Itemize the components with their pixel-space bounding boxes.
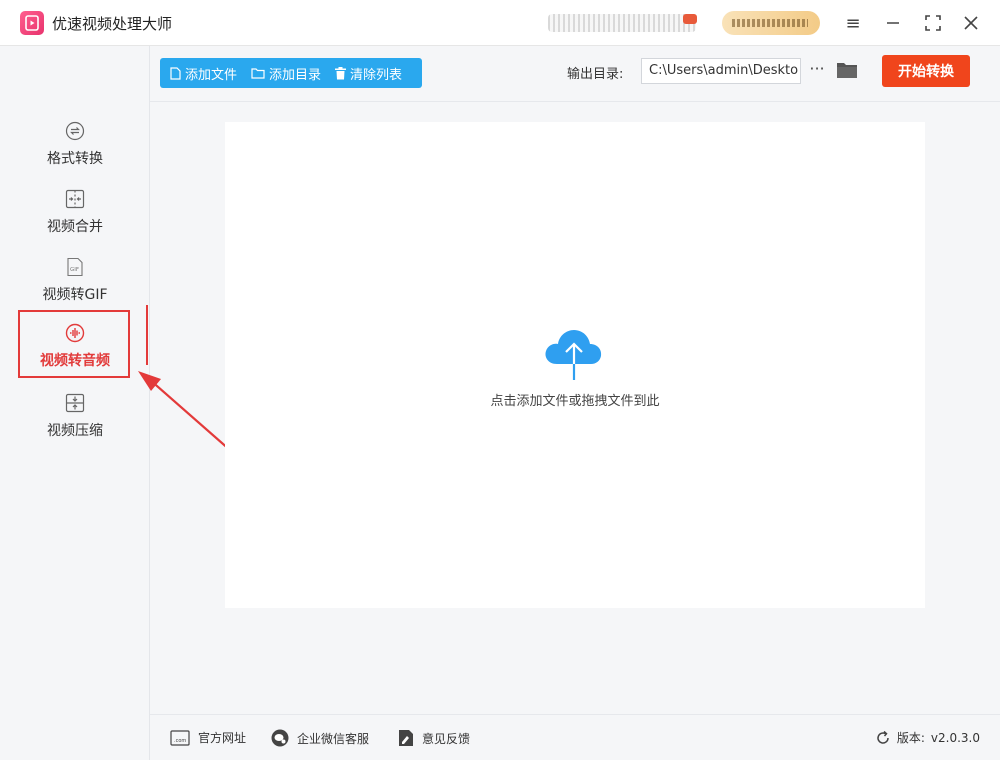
svg-text:GIF: GIF xyxy=(70,267,79,273)
svg-text:.com: .com xyxy=(174,738,186,744)
official-website-link[interactable]: .com 官方网址 xyxy=(170,729,246,746)
output-dir-label: 输出目录: xyxy=(567,67,624,82)
add-file-label: 添加文件 xyxy=(185,67,238,83)
gif-icon: GIF xyxy=(64,256,86,278)
version-info: 版本: v2.0.3.0 xyxy=(875,729,980,746)
feedback-icon xyxy=(399,730,413,746)
format-convert-icon xyxy=(64,120,86,142)
toolbar: 添加文件 添加目录 清除列表 输出目录: C:\Users\admin\Desk… xyxy=(150,46,1000,102)
sidebar-item-video-to-audio[interactable]: 视频转音频 xyxy=(0,318,150,378)
website-icon: .com xyxy=(170,729,190,746)
file-icon xyxy=(170,66,181,80)
output-dir-field[interactable]: C:\Users\admin\Deskto xyxy=(641,58,801,84)
wechat-support-link[interactable]: 企业微信客服 xyxy=(271,729,369,747)
file-drop-area[interactable]: 点击添加文件或拖拽文件到此 xyxy=(225,122,925,608)
clear-list-label: 清除列表 xyxy=(350,67,403,83)
maximize-icon[interactable] xyxy=(920,10,946,36)
add-file-button[interactable]: 添加文件 xyxy=(170,64,237,83)
more-options-button[interactable]: ··· xyxy=(807,59,827,81)
add-folder-button[interactable]: 添加目录 xyxy=(251,64,321,83)
account-info-redacted xyxy=(548,14,696,32)
drop-hint-text: 点击添加文件或拖拽文件到此 xyxy=(490,394,660,409)
footer: .com 官方网址 企业微信客服 意见反馈 版本: v2.0.3.0 xyxy=(150,714,1000,760)
title-bar: 优速视频处理大师 ≡ xyxy=(0,0,1000,46)
sidebar-item-label: 视频转音频 xyxy=(40,353,110,369)
notification-badge xyxy=(683,14,697,24)
sidebar-item-video-to-gif[interactable]: GIF 视频转GIF xyxy=(0,252,150,312)
clear-list-button[interactable]: 清除列表 xyxy=(335,64,402,83)
file-button-group: 添加文件 添加目录 清除列表 xyxy=(160,58,422,88)
sidebar: 格式转换 视频合并 GIF 视频转GIF 视频转音频 视频压缩 xyxy=(0,46,150,760)
sidebar-item-label: 视频合并 xyxy=(47,219,103,235)
sidebar-item-label: 视频转GIF xyxy=(42,287,108,303)
app-logo-icon xyxy=(20,11,44,35)
menu-icon[interactable]: ≡ xyxy=(840,10,866,36)
sidebar-item-format-convert[interactable]: 格式转换 xyxy=(0,116,150,176)
sidebar-item-video-merge[interactable]: 视频合并 xyxy=(0,184,150,244)
audio-icon xyxy=(64,322,86,344)
cloud-upload-icon xyxy=(545,330,602,380)
open-folder-icon[interactable] xyxy=(836,60,858,82)
start-convert-button[interactable]: 开始转换 xyxy=(882,55,970,87)
sidebar-item-label: 格式转换 xyxy=(47,151,103,167)
video-merge-icon xyxy=(64,188,86,210)
sidebar-item-video-compress[interactable]: 视频压缩 xyxy=(0,388,150,448)
refresh-icon xyxy=(877,730,889,744)
official-website-label: 官方网址 xyxy=(198,731,247,745)
vip-badge-button[interactable] xyxy=(722,11,820,35)
version-label: 版本: xyxy=(896,731,925,745)
trash-icon xyxy=(335,66,347,79)
feedback-link[interactable]: 意见反馈 xyxy=(398,729,470,747)
version-number: v2.0.3.0 xyxy=(930,730,980,745)
folder-outline-icon xyxy=(251,68,265,79)
app-title: 优速视频处理大师 xyxy=(52,15,173,33)
wechat-support-label: 企业微信客服 xyxy=(297,731,370,746)
minimize-icon[interactable] xyxy=(880,10,906,36)
compress-icon xyxy=(64,392,86,414)
add-folder-label: 添加目录 xyxy=(269,67,322,83)
sidebar-item-label: 视频压缩 xyxy=(47,423,103,439)
wechat-icon xyxy=(271,729,289,747)
feedback-label: 意见反馈 xyxy=(422,731,471,746)
close-icon[interactable] xyxy=(958,10,984,36)
